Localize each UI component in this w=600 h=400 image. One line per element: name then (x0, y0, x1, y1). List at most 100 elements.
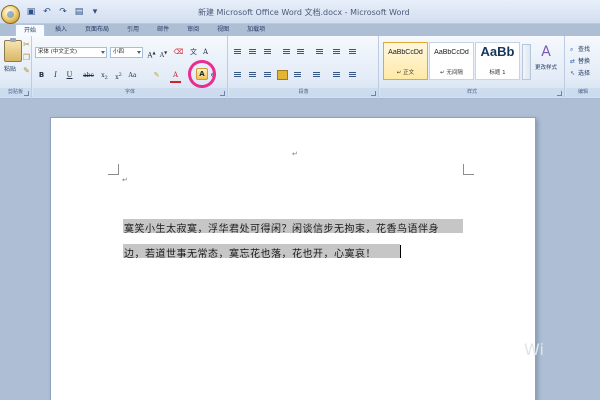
find-button[interactable]: ⌕ 查找 (570, 44, 590, 54)
format-painter-icon[interactable]: ✎ (22, 66, 31, 75)
styles-group-label: 样式 (380, 88, 564, 97)
justify-icon[interactable] (277, 70, 288, 80)
paragraph-group-label: 段落 (229, 88, 378, 97)
font-group-label: 字体 (33, 88, 227, 97)
find-label: 查找 (578, 46, 591, 53)
styles-launcher-icon[interactable] (557, 91, 562, 96)
style-name: ↵ 正文 (396, 70, 415, 76)
show-marks-icon[interactable] (347, 47, 358, 57)
replace-button[interactable]: ⇄ 替换 (570, 56, 590, 65)
text-cursor (400, 245, 401, 258)
clear-format-icon[interactable]: ⌫ (173, 47, 184, 58)
font-launcher-icon[interactable] (220, 91, 225, 96)
tab-references[interactable]: 引用 (119, 24, 147, 36)
tab-mailings[interactable]: 邮件 (149, 24, 177, 36)
style-normal[interactable]: AaBbCcDd ↵ 正文 (383, 42, 428, 80)
align-right-icon[interactable] (262, 70, 273, 80)
shrink-font-icon[interactable]: A▼ (158, 47, 169, 59)
style-sample: AaBb (480, 44, 515, 59)
style-heading-1[interactable]: AaBb 标题 1 (475, 42, 520, 80)
sort-icon[interactable] (331, 47, 342, 57)
ribbon: 粘贴 ✂ ❐ ✎ 剪贴板 宋体 (中文正文) 小四 A▲ A▼ ⌫ 文 A B … (0, 36, 600, 99)
replace-icon: ⇄ (570, 58, 576, 65)
borders-icon[interactable] (347, 70, 358, 80)
select-label: 选择 (578, 70, 591, 77)
character-border-icon[interactable]: A (200, 47, 211, 58)
underline-button[interactable]: U (64, 70, 75, 81)
grow-font-icon[interactable]: A▲ (146, 47, 157, 59)
save-icon[interactable]: ▣ (24, 5, 38, 19)
font-color-button[interactable]: A (170, 70, 181, 81)
paragraph-mark: ↵ (292, 150, 298, 158)
line-spacing-icon[interactable] (311, 70, 322, 80)
clipboard-launcher-icon[interactable] (24, 91, 29, 96)
chevron-down-icon (101, 51, 105, 54)
increase-indent-icon[interactable] (295, 47, 306, 57)
bold-button[interactable]: B (36, 70, 47, 81)
clipboard-group: 粘贴 ✂ ❐ ✎ 剪贴板 (0, 36, 32, 99)
office-button[interactable] (1, 5, 20, 24)
select-icon: ↖ (570, 70, 576, 77)
change-styles-button[interactable]: A 更改样式 (530, 44, 562, 71)
subscript-button[interactable]: x2 (99, 70, 110, 81)
document-text-line-1[interactable]: 寞笑小生太寂寞，浮华君处可得闲？闲谈信步无拘束，花香鸟语伴身 (124, 220, 439, 235)
font-size-value: 小四 (113, 49, 125, 55)
paragraph-mark: ↵ (122, 176, 128, 184)
window-title: 新建 Microsoft Office Word 文档.docx - Micro… (198, 8, 410, 17)
align-center-icon[interactable] (247, 70, 258, 80)
print-preview-icon[interactable]: ▤ (72, 5, 86, 19)
superscript-button[interactable]: x2 (113, 70, 124, 81)
document-text-line-2[interactable]: 边，若道世事无常态，寞忘花也落，花也开，心寞哀！ (124, 245, 376, 260)
watermark: Wi (524, 340, 544, 359)
style-name: ↵ 无间隔 (440, 70, 463, 76)
margin-corner-top-right (463, 164, 474, 175)
copy-icon[interactable]: ❐ (22, 53, 31, 62)
title-bar: ▣ ↶ ↷ ▤ ▾ 新建 Microsoft Office Word 文档.do… (0, 0, 600, 24)
distributed-icon[interactable] (292, 70, 303, 80)
paragraph-group: 段落 (229, 36, 379, 99)
style-sample: AaBbCcDd (388, 49, 423, 56)
italic-button[interactable]: I (50, 70, 61, 81)
numbering-icon[interactable] (247, 47, 258, 57)
change-styles-icon: A (541, 44, 551, 60)
style-sample: AaBbCcDd (434, 49, 469, 56)
style-name: 标题 1 (489, 70, 506, 76)
tab-page-layout[interactable]: 页面布局 (77, 24, 117, 36)
select-button[interactable]: ↖ 选择 (570, 68, 590, 77)
align-left-icon[interactable] (232, 70, 243, 80)
font-name-value: 宋体 (中文正文) (38, 49, 78, 55)
editing-group-label: 编辑 (566, 88, 600, 97)
chinese-layout-icon[interactable] (314, 47, 325, 57)
find-icon: ⌕ (570, 46, 574, 53)
tab-home[interactable]: 开始 (15, 24, 46, 36)
change-case-icon[interactable]: Aa (127, 70, 138, 81)
dropdown-icon[interactable]: ▾ (88, 5, 102, 19)
decrease-indent-icon[interactable] (281, 47, 292, 57)
redo-icon[interactable]: ↷ (56, 5, 70, 19)
tab-add-ins[interactable]: 加载项 (239, 24, 273, 36)
ribbon-tabs: 开始 插入 页面布局 引用 邮件 审阅 视图 加载项 (15, 24, 273, 36)
style-no-spacing[interactable]: AaBbCcDd ↵ 无间隔 (429, 42, 474, 80)
strikethrough-button[interactable]: abc (83, 70, 94, 81)
paste-button-label[interactable]: 粘贴 (4, 64, 16, 73)
replace-label: 替换 (578, 58, 591, 65)
font-size-combo[interactable]: 小四 (110, 47, 143, 58)
tab-review[interactable]: 审阅 (179, 24, 207, 36)
multilevel-list-icon[interactable] (262, 47, 273, 57)
chevron-down-icon (137, 51, 141, 54)
phonetic-guide-icon[interactable]: 文 (188, 47, 199, 58)
shading-icon[interactable] (331, 70, 342, 80)
quick-access-toolbar: ▣ ↶ ↷ ▤ ▾ (24, 5, 102, 20)
font-name-combo[interactable]: 宋体 (中文正文) (35, 47, 107, 58)
cut-icon[interactable]: ✂ (22, 40, 31, 49)
tab-view[interactable]: 视图 (209, 24, 237, 36)
paragraph-launcher-icon[interactable] (371, 91, 376, 96)
margin-corner-top-left (108, 164, 119, 175)
bullets-icon[interactable] (232, 47, 243, 57)
paste-icon[interactable] (4, 38, 22, 62)
change-styles-label: 更改样式 (534, 65, 557, 71)
tab-insert[interactable]: 插入 (47, 24, 75, 36)
font-color-swatch (170, 81, 181, 83)
undo-icon[interactable]: ↶ (40, 5, 54, 19)
text-highlight-icon[interactable]: ✎ (151, 70, 162, 81)
